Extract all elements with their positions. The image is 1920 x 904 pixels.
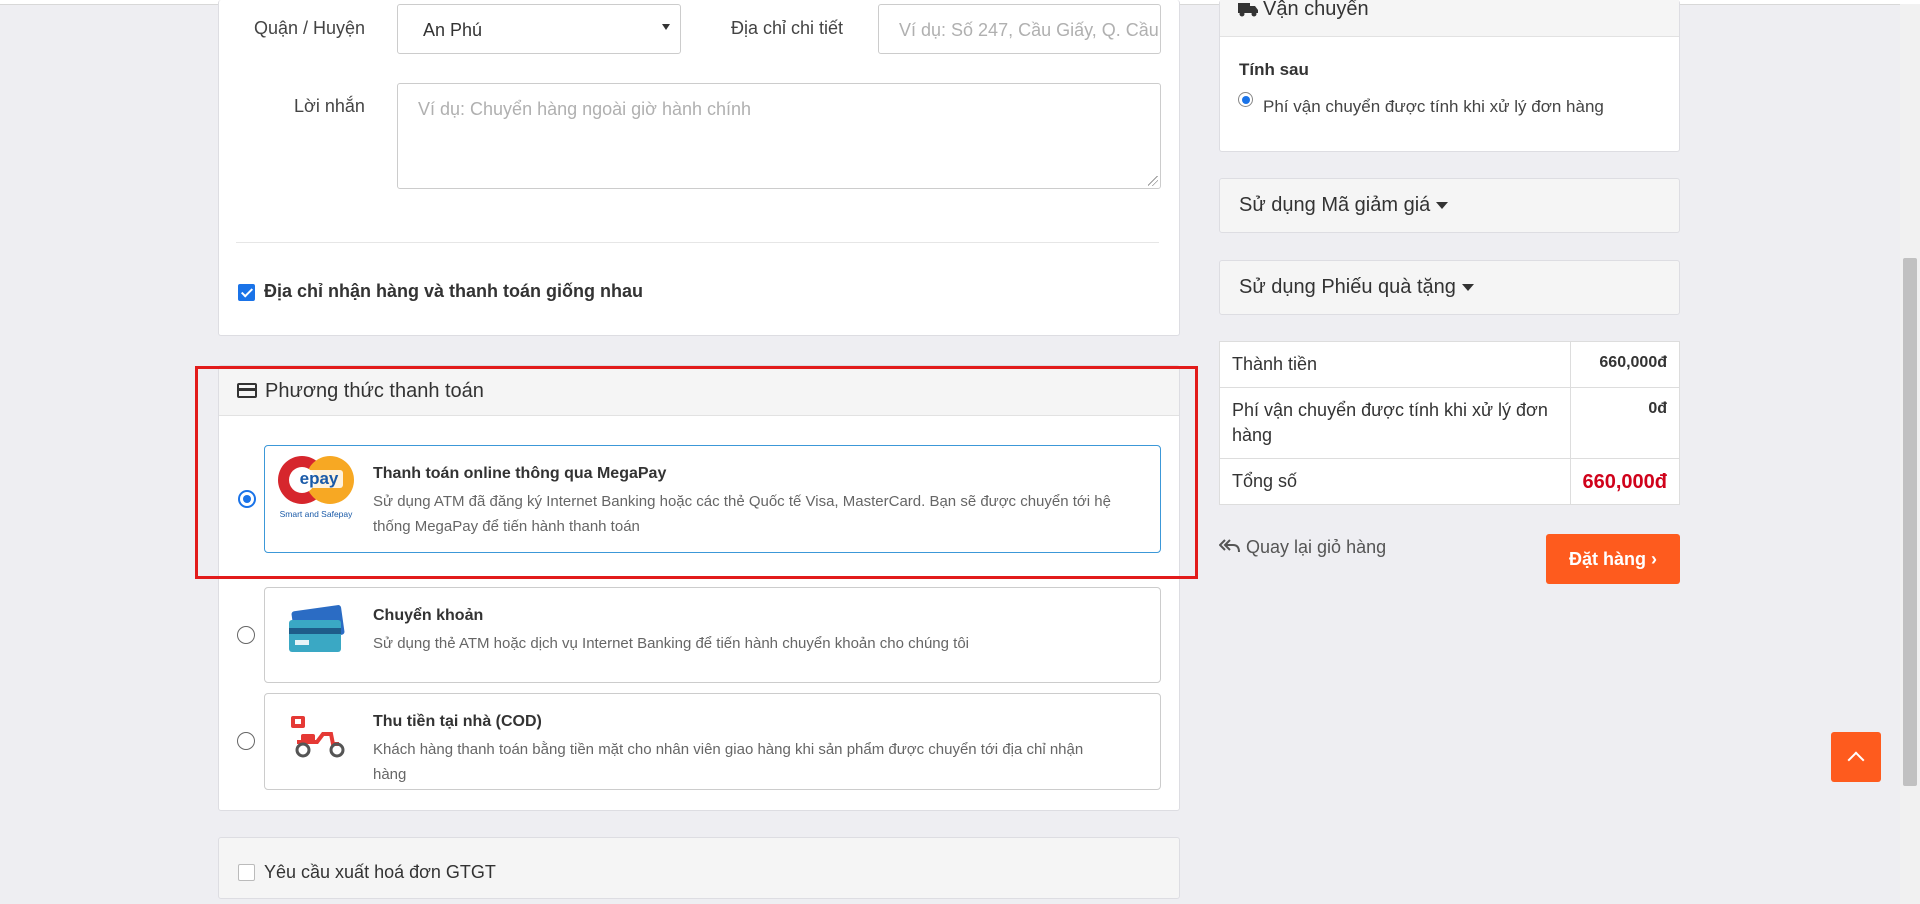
detail-address-placeholder: Ví dụ: Số 247, Cầu Giấy, Q. Cầu Giấy bbox=[899, 20, 1160, 40]
place-order-button[interactable]: Đặt hàng › bbox=[1546, 534, 1680, 584]
gift-panel[interactable]: Sử dụng Phiếu quà tặng bbox=[1219, 260, 1680, 315]
gift-toggle[interactable]: Sử dụng Phiếu quà tặng bbox=[1239, 276, 1474, 299]
table-row: Tổng số 660,000đ bbox=[1220, 459, 1679, 504]
payment-option-megapay[interactable]: epay Smart and Safepay Thanh toán online… bbox=[264, 445, 1161, 553]
coupon-panel[interactable]: Sử dụng Mã giảm giá bbox=[1219, 178, 1680, 233]
chevron-right-icon: › bbox=[1651, 549, 1658, 569]
table-row: Phí vận chuyển được tính khi xử lý đơn h… bbox=[1220, 388, 1679, 459]
payment-option-transfer[interactable]: Chuyển khoản Sử dụng thẻ ATM hoặc dịch v… bbox=[264, 587, 1161, 683]
caret-down-icon bbox=[1436, 202, 1449, 210]
back-to-top-button[interactable] bbox=[1831, 732, 1881, 782]
summary-label: Tổng số bbox=[1220, 459, 1571, 504]
detail-address-input[interactable]: Ví dụ: Số 247, Cầu Giấy, Q. Cầu Giấy bbox=[878, 4, 1161, 54]
option-description: Khách hàng thanh toán bằng tiền mặt cho … bbox=[373, 741, 1084, 783]
epay-logo-subtext: Smart and Safepay bbox=[280, 509, 354, 519]
same-address-checkbox[interactable] bbox=[238, 284, 255, 301]
same-address-label[interactable]: Địa chỉ nhận hàng và thanh toán giống nh… bbox=[264, 281, 643, 302]
gift-label: Sử dụng Phiếu quà tặng bbox=[1239, 276, 1456, 298]
summary-value: 0đ bbox=[1648, 400, 1667, 417]
summary-label: Phí vận chuyển được tính khi xử lý đơn h… bbox=[1220, 388, 1571, 458]
summary-total-value: 660,000đ bbox=[1582, 471, 1667, 493]
resize-grip-icon[interactable] bbox=[1148, 176, 1158, 186]
option-title: Thu tiền tại nhà (COD) bbox=[373, 713, 542, 730]
caret-down-icon bbox=[1461, 284, 1474, 292]
summary-value: 660,000đ bbox=[1599, 354, 1667, 371]
epay-logo-icon: epay Smart and Safepay bbox=[278, 456, 354, 519]
option-description: Sử dụng ATM đã đăng ký Internet Banking … bbox=[373, 493, 1111, 535]
payment-header: Phương thức thanh toán bbox=[219, 366, 1179, 416]
payment-radio-cod[interactable] bbox=[237, 732, 255, 750]
invoice-checkbox[interactable] bbox=[238, 864, 255, 881]
bank-cards-icon bbox=[289, 605, 345, 652]
detail-address-label: Địa chỉ chi tiết bbox=[731, 18, 844, 38]
summary-label: Thành tiền bbox=[1220, 342, 1571, 387]
invoice-label[interactable]: Yêu cầu xuất hoá đơn GTGT bbox=[264, 862, 496, 883]
district-label: Quận / Huyện bbox=[254, 18, 366, 38]
payment-radio-transfer[interactable] bbox=[237, 626, 255, 644]
shipping-method-radio[interactable] bbox=[1238, 92, 1253, 107]
truck-icon bbox=[1238, 3, 1258, 17]
table-row: Thành tiền 660,000đ bbox=[1220, 342, 1679, 388]
payment-title: Phương thức thanh toán bbox=[265, 380, 484, 402]
option-title: Chuyển khoản bbox=[373, 607, 484, 624]
credit-card-icon bbox=[237, 383, 257, 398]
reply-all-icon bbox=[1218, 539, 1240, 553]
place-order-label: Đặt hàng bbox=[1568, 549, 1646, 569]
back-to-cart-link[interactable]: Quay lại giỏ hàng bbox=[1218, 537, 1387, 558]
page-scrollbar[interactable] bbox=[1900, 4, 1920, 904]
back-to-cart-label: Quay lại giỏ hàng bbox=[1246, 537, 1387, 557]
shipping-method-title: Tính sau bbox=[1239, 60, 1309, 79]
epay-logo-text: epay bbox=[300, 469, 339, 488]
scrollbar-thumb[interactable] bbox=[1903, 258, 1917, 786]
message-placeholder: Ví dụ: Chuyển hàng ngoài giờ hành chính bbox=[418, 99, 752, 119]
payment-option-cod[interactable]: Thu tiền tại nhà (COD) Khách hàng thanh … bbox=[264, 693, 1161, 790]
message-textarea[interactable]: Ví dụ: Chuyển hàng ngoài giờ hành chính bbox=[397, 83, 1161, 189]
coupon-toggle[interactable]: Sử dụng Mã giảm giá bbox=[1239, 194, 1449, 217]
payment-radio-megapay[interactable] bbox=[238, 490, 256, 508]
order-summary-table: Thành tiền 660,000đ Phí vận chuyển được … bbox=[1219, 341, 1680, 505]
coupon-label: Sử dụng Mã giảm giá bbox=[1239, 194, 1431, 216]
option-description: Sử dụng thẻ ATM hoặc dịch vụ Internet Ba… bbox=[373, 635, 970, 652]
delivery-scooter-icon bbox=[291, 716, 345, 758]
option-title: Thanh toán online thông qua MegaPay bbox=[373, 465, 667, 482]
divider bbox=[236, 242, 1159, 243]
chevron-down-icon bbox=[662, 24, 670, 30]
district-value: An Phú bbox=[423, 20, 483, 40]
shipping-title: Vận chuyển bbox=[1263, 0, 1369, 20]
shipping-method-desc: Phí vận chuyển được tính khi xử lý đơn h… bbox=[1263, 97, 1604, 116]
message-label: Lời nhắn bbox=[294, 96, 365, 116]
chevron-up-icon bbox=[1847, 751, 1865, 769]
district-select[interactable]: An Phú bbox=[397, 4, 681, 54]
